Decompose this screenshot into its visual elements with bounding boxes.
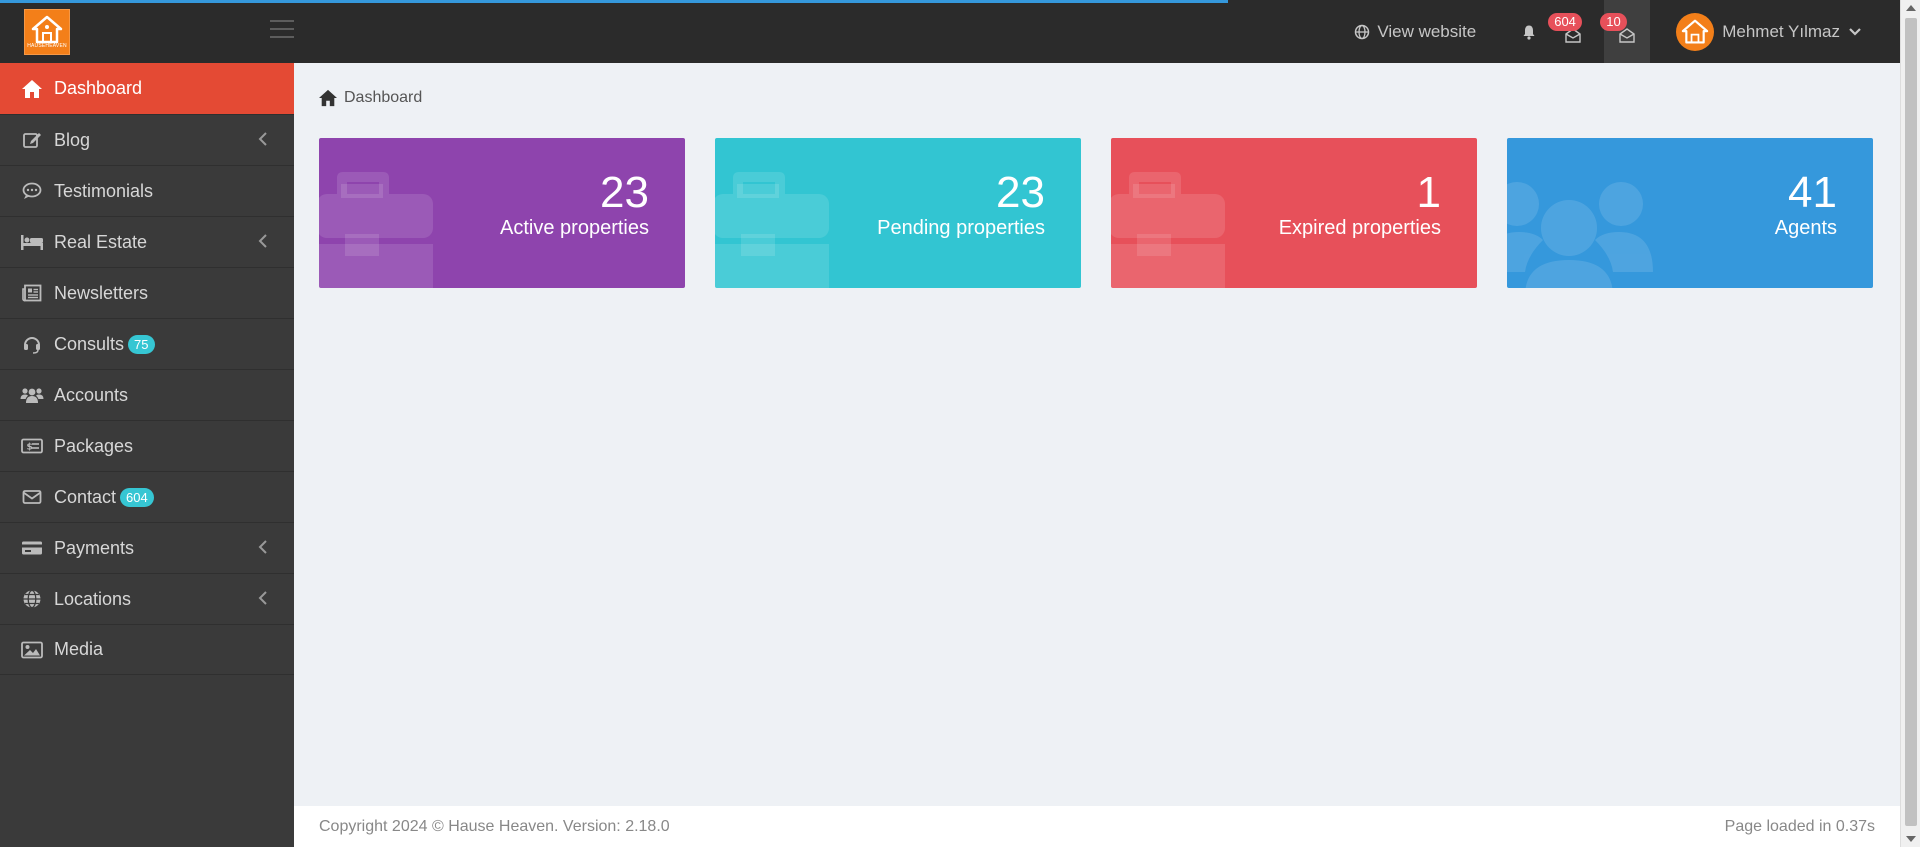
bed-icon xyxy=(20,230,44,254)
home-icon xyxy=(319,89,337,107)
globe-icon xyxy=(20,587,44,611)
user-menu[interactable]: Mehmet Yılmaz xyxy=(1676,12,1862,51)
sidebar-item-label: Locations xyxy=(54,588,132,609)
copyright-text: Copyright 2024 © Hause Heaven. Version: … xyxy=(319,817,670,835)
sidebar-item-label: Payments xyxy=(54,537,135,558)
sidebar-item-dashboard[interactable]: Dashboard xyxy=(0,63,294,114)
briefcase-icon xyxy=(1111,172,1225,288)
sidebar-item-label: Dashboard xyxy=(54,78,143,98)
briefcase-icon xyxy=(715,172,829,288)
consults-count-badge: 75 xyxy=(128,334,155,354)
image-icon xyxy=(20,638,44,662)
contact-messages-badge: 604 xyxy=(1548,13,1582,31)
header-actions: View website 604 10 Mehmet Yılmaz xyxy=(1354,0,1900,63)
vertical-scrollbar[interactable] xyxy=(1900,0,1920,847)
house-logo-icon xyxy=(1682,19,1709,43)
page-load-progress-bar xyxy=(0,0,1228,3)
chevron-left-icon xyxy=(258,540,267,554)
sidebar: Dashboard Blog Testimonials Real Estate … xyxy=(0,63,294,847)
brand-logo[interactable]: HAUSEHEAVEN xyxy=(24,8,70,55)
footer: Copyright 2024 © Hause Heaven. Version: … xyxy=(294,806,1900,847)
sidebar-item-accounts[interactable]: Accounts xyxy=(0,369,294,420)
stat-label: Expired properties xyxy=(1278,217,1441,239)
view-website-label: View website xyxy=(1377,21,1477,41)
stat-card-pending-properties[interactable]: 23 Pending properties xyxy=(715,138,1081,288)
chevron-left-icon xyxy=(258,591,267,605)
sidebar-item-packages[interactable]: $ Packages xyxy=(0,420,294,471)
bell-icon xyxy=(1523,25,1535,40)
stat-label: Active properties xyxy=(500,217,649,239)
stat-value: 23 xyxy=(600,168,649,217)
stat-value: 23 xyxy=(996,168,1045,217)
edit-icon xyxy=(20,128,44,152)
sidebar-item-real-estate[interactable]: Real Estate xyxy=(0,216,294,267)
sidebar-item-label: Packages xyxy=(54,435,134,456)
brand-text: HAUSEHEAVEN xyxy=(27,42,67,49)
sidebar-item-label: Contact xyxy=(54,486,117,507)
sidebar-item-label: Blog xyxy=(54,129,91,150)
view-website-link[interactable]: View website xyxy=(1354,22,1476,42)
avatar xyxy=(1676,12,1715,51)
consult-messages-badge: 10 xyxy=(1600,13,1627,31)
stat-value: 1 xyxy=(1416,168,1441,217)
sidebar-item-newsletters[interactable]: Newsletters xyxy=(0,267,294,318)
globe-icon xyxy=(1355,24,1370,39)
stat-value: 41 xyxy=(1788,168,1837,217)
money-bill-icon: $ xyxy=(20,434,44,458)
sidebar-item-locations[interactable]: Locations xyxy=(0,573,294,624)
sidebar-item-consults[interactable]: Consults 75 xyxy=(0,318,294,369)
credit-card-icon xyxy=(20,536,44,560)
contact-count-badge: 604 xyxy=(120,487,154,507)
sidebar-item-contact[interactable]: Contact 604 xyxy=(0,471,294,522)
stat-card-agents[interactable]: 41 Agents xyxy=(1507,138,1873,288)
scroll-thumb[interactable] xyxy=(1905,18,1917,826)
consult-messages-button[interactable]: 10 xyxy=(1600,0,1651,63)
sidebar-item-media[interactable]: Media xyxy=(0,624,294,675)
sidebar-item-label: Consults xyxy=(54,333,125,354)
newspaper-icon xyxy=(20,281,44,305)
user-name: Mehmet Yılmaz xyxy=(1722,21,1840,41)
scroll-down-arrow[interactable] xyxy=(1906,836,1916,842)
contact-messages-button[interactable]: 604 xyxy=(1546,0,1600,63)
envelope-icon xyxy=(20,485,44,509)
stat-card-active-properties[interactable]: 23 Active properties xyxy=(319,138,685,288)
dashboard-stats: 23 Active properties 23 Pending properti… xyxy=(319,138,1873,288)
logo-area: HAUSEHEAVEN xyxy=(0,0,294,63)
breadcrumb-current[interactable]: Dashboard xyxy=(344,89,422,107)
chevron-left-icon xyxy=(258,132,267,146)
stat-label: Agents xyxy=(1774,217,1837,239)
sidebar-item-label: Accounts xyxy=(54,384,129,405)
sidebar-item-blog[interactable]: Blog xyxy=(0,114,294,165)
notifications-button[interactable] xyxy=(1512,0,1546,63)
hamburger-line xyxy=(270,28,294,30)
scroll-up-arrow[interactable] xyxy=(1906,5,1916,11)
chevron-left-icon xyxy=(258,234,267,248)
comment-icon xyxy=(20,179,44,203)
sidebar-item-label: Real Estate xyxy=(54,231,148,252)
hamburger-line xyxy=(270,36,294,38)
home-icon xyxy=(20,77,44,101)
headset-icon xyxy=(20,332,44,356)
sidebar-item-label: Newsletters xyxy=(54,282,149,303)
chevron-down-icon xyxy=(1849,27,1861,36)
hamburger-line xyxy=(270,20,294,22)
svg-text:$: $ xyxy=(27,443,33,453)
briefcase-icon xyxy=(319,172,433,288)
sidebar-item-testimonials[interactable]: Testimonials xyxy=(0,165,294,216)
stat-card-expired-properties[interactable]: 1 Expired properties xyxy=(1111,138,1477,288)
stat-label: Pending properties xyxy=(877,217,1045,239)
sidebar-item-label: Media xyxy=(54,639,104,659)
sidebar-item-label: Testimonials xyxy=(54,180,154,201)
top-header: HAUSEHEAVEN View website 604 10 Mehmet Y… xyxy=(0,0,1900,63)
users-icon xyxy=(1507,182,1653,288)
page-load-time: Page loaded in 0.37s xyxy=(1724,817,1875,835)
breadcrumb: Dashboard xyxy=(318,89,422,107)
house-logo-icon xyxy=(31,15,63,43)
sidebar-item-payments[interactable]: Payments xyxy=(0,522,294,573)
users-icon xyxy=(20,383,44,407)
sidebar-toggle-button[interactable] xyxy=(270,20,294,38)
